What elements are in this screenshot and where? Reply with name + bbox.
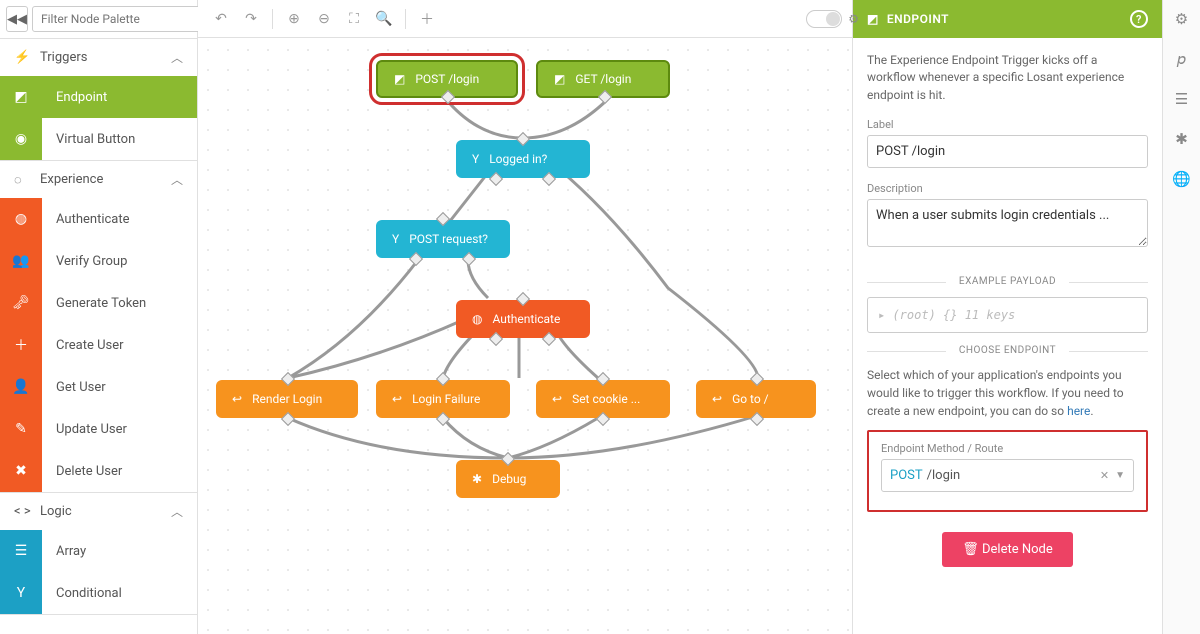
palette-item-conditional[interactable]: YConditional [0,572,197,614]
node-authenticate[interactable]: ◍Authenticate [456,300,590,338]
palette-item-array[interactable]: ☰Array [0,530,197,572]
help-icon[interactable]: ? [1130,10,1148,28]
collapse-palette-button[interactable]: ◀◀ [6,6,28,32]
section-triggers[interactable]: ⚡ Triggers ︿ [0,39,197,76]
section-title: Experience [40,172,103,187]
fingerprint-icon: ◍ [0,198,42,240]
bolt-icon: ⚡ [14,50,32,65]
node-login-failure[interactable]: ↩Login Failure [376,380,510,418]
section-logic[interactable]: < > Logic ︿ [0,493,197,530]
endpoint-icon: ◩ [554,72,565,86]
globe-icon[interactable]: 🌐 [1172,170,1191,188]
trash-icon: 🗑 [962,542,982,557]
workflow-canvas[interactable]: ◩POST /login ◩GET /login YLogged in? YPO… [198,38,852,634]
right-rail: ⚙ 𝘱 ☰ ✱ 🌐 [1162,0,1200,634]
code-icon: < > [14,504,32,519]
branch-icon: Y [392,232,399,246]
node-get-login[interactable]: ◩GET /login [536,60,670,98]
endpoint-select[interactable]: POST /login ✕ ▼ [881,459,1134,492]
node-post-login[interactable]: ◩POST /login [376,60,518,98]
choose-endpoint-text: Select which of your application's endpo… [867,366,1148,420]
create-endpoint-link[interactable]: here [1067,404,1090,418]
panel-title: ENDPOINT [887,12,949,26]
chevron-down-icon[interactable]: ▼ [1115,470,1125,481]
node-debug[interactable]: ✱Debug [456,460,560,498]
node-render-login[interactable]: ↩Render Login [216,380,358,418]
palette-item-create-user[interactable]: ＋Create User [0,324,197,366]
gear-icon[interactable]: ⚙ [1175,10,1188,28]
bug-icon[interactable]: ✱ [1175,130,1188,148]
search-button[interactable]: 🔍 [371,6,397,32]
experience-icon: ◌ [14,172,32,188]
fit-button[interactable]: ⛶ [341,6,367,32]
workflow-canvas-wrap: ↶ ↷ ⊕ ⊖ ⛶ 🔍 ＋ ⚙ [198,0,852,634]
panel-intro: The Experience Endpoint Trigger kicks of… [867,52,1148,104]
branch-icon[interactable]: 𝘱 [1177,50,1187,68]
storage-icon[interactable]: ☰ [1175,90,1188,108]
gear-icon: ⚙ [848,12,859,26]
palette-header: ◀◀ [0,0,197,39]
endpoint-selector-label: Endpoint Method / Route [881,442,1134,455]
label-input[interactable] [867,135,1148,168]
payload-preview[interactable]: ▸ (root) {} 11 keys [867,297,1148,333]
get-user-icon: 👤 [0,366,42,408]
endpoint-icon: ◩ [394,72,405,86]
node-set-cookie[interactable]: ↩Set cookie ... [536,380,670,418]
palette-item-generate-token[interactable]: 🗝Generate Token [0,282,197,324]
node-logged-in[interactable]: YLogged in? [456,140,590,178]
chevron-up-icon: ︿ [171,49,183,66]
palette-item-virtual-button[interactable]: ◉ Virtual Button [0,118,197,160]
node-post-request[interactable]: YPOST request? [376,220,510,258]
reply-icon: ↩ [552,392,562,406]
clear-icon[interactable]: ✕ [1094,469,1115,482]
palette-item-authenticate[interactable]: ◍Authenticate [0,198,197,240]
example-payload-heading: EXAMPLE PAYLOAD [867,276,1148,287]
panel-header: ◩ ENDPOINT ? [853,0,1162,38]
fingerprint-icon: ◍ [472,312,482,326]
reply-icon: ↩ [392,392,402,406]
palette-item-endpoint[interactable]: ◩ Endpoint [0,76,197,118]
node-properties-panel: ◩ ENDPOINT ? The Experience Endpoint Tri… [852,0,1162,634]
array-icon: ☰ [0,530,42,572]
palette-item-get-user[interactable]: 👤Get User [0,366,197,408]
section-title: Logic [40,504,72,519]
add-user-icon: ＋ [0,324,42,366]
canvas-toggle[interactable]: ⚙ [806,10,842,28]
reply-icon: ↩ [712,392,722,406]
canvas-toolbar: ↶ ↷ ⊕ ⊖ ⛶ 🔍 ＋ ⚙ [198,0,852,38]
node-go-to[interactable]: ↩Go to / [696,380,816,418]
palette-item-verify-group[interactable]: 👥Verify Group [0,240,197,282]
palette-item-delete-user[interactable]: ✖Delete User [0,450,197,492]
branch-icon: Y [472,152,479,166]
section-experience[interactable]: ◌ Experience ︿ [0,161,197,198]
redo-button[interactable]: ↷ [238,6,264,32]
chevron-up-icon: ︿ [171,171,183,188]
undo-button[interactable]: ↶ [208,6,234,32]
palette-item-update-user[interactable]: ✎Update User [0,408,197,450]
virtual-button-icon: ◉ [0,118,42,160]
choose-endpoint-heading: CHOOSE ENDPOINT [867,345,1148,356]
section-title: Triggers [40,50,87,65]
endpoint-icon: ◩ [0,76,42,118]
update-user-icon: ✎ [0,408,42,450]
description-input[interactable]: When a user submits login credentials ..… [867,199,1148,247]
zoom-out-button[interactable]: ⊖ [311,6,337,32]
key-icon: 🗝 [0,282,42,324]
bug-icon: ✱ [472,472,482,486]
node-palette: ◀◀ ⚡ Triggers ︿ ◩ Endpoint ◉ Virtual But… [0,0,198,634]
add-button[interactable]: ＋ [414,6,440,32]
group-icon: 👥 [0,240,42,282]
delete-user-icon: ✖ [0,450,42,492]
label-field-label: Label [867,118,1148,131]
description-field-label: Description [867,182,1148,195]
filter-palette-input[interactable] [32,6,206,32]
chevron-up-icon: ︿ [171,503,183,520]
endpoint-icon: ◩ [867,12,879,26]
reply-icon: ↩ [232,392,242,406]
endpoint-selector-box: Endpoint Method / Route POST /login ✕ ▼ [867,430,1148,512]
conditional-icon: Y [0,572,42,614]
zoom-in-button[interactable]: ⊕ [281,6,307,32]
delete-node-button[interactable]: 🗑 Delete Node [942,532,1073,567]
